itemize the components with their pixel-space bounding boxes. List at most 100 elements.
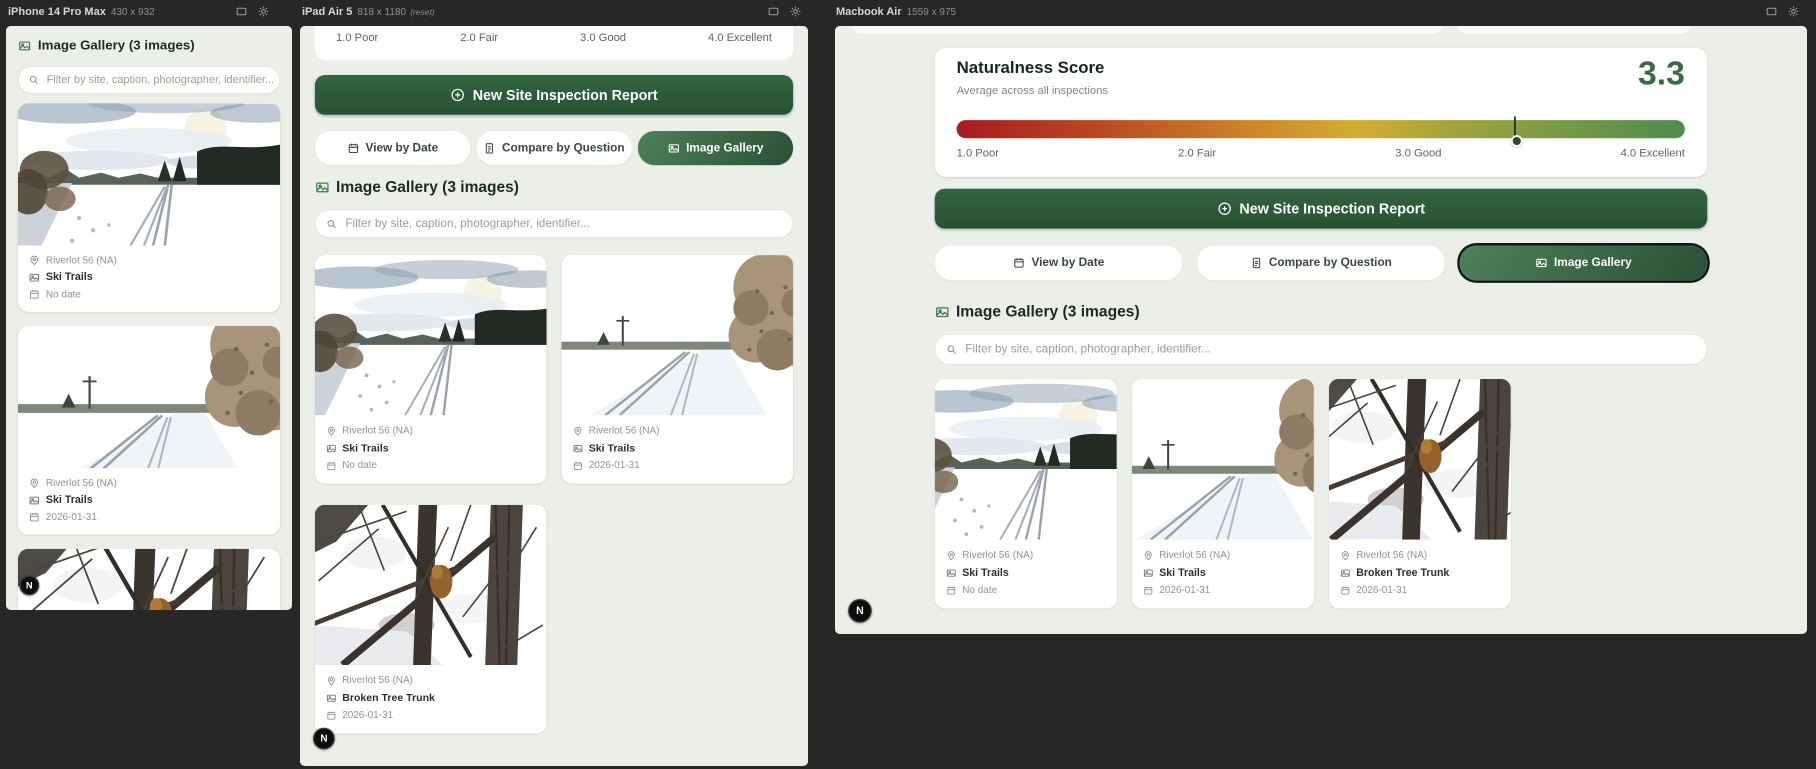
settings-gear-icon[interactable] [789,5,802,18]
gallery-card[interactable] [17,548,281,610]
card-meta: Riverlot 56 (NA) Ski Trails 2026-01-31 [561,415,793,483]
tab-compare-by-question[interactable]: Compare by Question [1197,245,1445,281]
tab-image-gallery[interactable]: Image Gallery [637,130,794,166]
partial-card-above [851,26,1443,34]
caption-label: Broken Tree Trunk [342,691,435,704]
gallery-filter [314,209,794,238]
device-dimensions: 1559 x 975 [906,6,957,18]
calendar-icon [326,460,337,471]
card-meta: Riverlot 56 (NA) Broken Tree Trunk 2026-… [1329,540,1511,609]
card-meta: Riverlot 56 (NA) Broken Tree Trunk 2026-… [315,665,547,733]
site-label: Riverlot 56 (NA) [962,549,1034,561]
scale-label: 4.0 Excellent [707,30,772,44]
site-label: Riverlot 56 (NA) [588,425,660,436]
search-icon [28,74,40,86]
naturalness-score-card: Naturalness Score Average across all ins… [934,47,1708,177]
caption-row: Ski Trails [573,442,782,454]
gallery-heading: Image Gallery (3 images) [18,38,195,53]
gallery-card[interactable]: Riverlot 56 (NA) Broken Tree Trunk 2026-… [1328,378,1511,609]
nextjs-dev-badge[interactable]: N [848,598,872,623]
date-row: No date [946,585,1106,596]
card-meta: Riverlot 56 (NA) Ski Trails 2026-01-31 [1132,540,1314,609]
tab-label: Image Gallery [1554,256,1632,270]
site-label: Riverlot 56 (NA) [1356,549,1428,561]
score-title: Naturalness Score [956,57,1105,77]
device-name: Macbook Air [836,6,902,18]
gallery-card[interactable]: Riverlot 56 (NA) Ski Trails 2026-01-31 [17,325,281,535]
plus-circle-icon [450,87,465,102]
image-icon [1143,568,1154,579]
calendar-icon [29,289,40,300]
site-row: Riverlot 56 (NA) [946,550,1106,561]
image-icon [667,142,679,154]
caption-row: Ski Trails [29,494,270,506]
site-row: Riverlot 56 (NA) [1143,550,1303,561]
device-reset-link[interactable]: (reset) [410,7,435,17]
map-pin-icon [326,426,337,437]
caption-row: Ski Trails [326,442,535,454]
map-pin-icon [29,478,40,489]
caption-label: Broken Tree Trunk [1356,566,1450,579]
scale-label: 2.0 Fair [460,30,499,44]
view-tabs: View by Date Compare by Question Image G… [934,245,1708,281]
device-frame-icon[interactable] [767,5,780,18]
score-marker [1511,116,1523,147]
gallery-filter-input[interactable] [315,210,793,238]
device-frame-macbook: Naturalness Score Average across all ins… [835,26,1807,634]
site-row: Riverlot 56 (NA) [29,478,270,489]
settings-gear-icon[interactable] [257,5,270,18]
search-icon [945,343,957,355]
gallery-filter-input[interactable] [935,334,1707,364]
gallery-card[interactable]: Riverlot 56 (NA) Broken Tree Trunk 2026-… [314,504,547,734]
date-label: No date [342,460,378,471]
tab-view-by-date[interactable]: View by Date [934,245,1183,281]
scale-label: 2.0 Fair [1178,146,1217,159]
map-pin-icon [1143,550,1154,561]
score-value: 3.3 [1638,54,1685,93]
image-icon [326,693,337,704]
scale-label: 1.0 Poor [336,30,379,44]
gallery-heading-label: Image Gallery (3 images) [955,302,1140,321]
site-row: Riverlot 56 (NA) [573,425,782,436]
nextjs-dev-badge[interactable]: N [313,727,335,750]
new-site-inspection-report-button[interactable]: New Site Inspection Report [934,188,1708,229]
gallery-filter-input[interactable] [18,66,280,94]
site-row: Riverlot 56 (NA) [326,675,535,686]
date-row: 2026-01-31 [573,460,782,471]
date-label: 2026-01-31 [1356,584,1408,596]
device-frame-icon[interactable] [235,5,248,18]
new-site-inspection-report-button[interactable]: New Site Inspection Report [314,75,794,115]
date-row: 2026-01-31 [1143,585,1303,596]
tab-image-gallery[interactable]: Image Gallery [1459,245,1708,281]
date-label: No date [45,288,81,301]
device-toolbar-macbook: Macbook Air 1559 x 975 [834,0,1806,24]
nextjs-dev-badge[interactable]: N [19,575,40,596]
calendar-icon [29,512,40,523]
page-macbook: Naturalness Score Average across all ins… [835,26,1807,634]
image-icon [946,568,957,579]
calendar-icon [1340,585,1351,596]
gallery-card[interactable]: Riverlot 56 (NA) Ski Trails No date [314,255,547,484]
device-dimensions: 818 x 1180 [357,6,407,18]
date-row: 2026-01-31 [1340,585,1500,596]
device-frame-icon[interactable] [1765,5,1778,18]
tab-view-by-date[interactable]: View by Date [314,130,471,166]
map-pin-icon [573,426,584,437]
settings-gear-icon[interactable] [1787,5,1800,18]
gallery-card[interactable]: Riverlot 56 (NA) Ski Trails No date [934,378,1117,609]
card-meta: Riverlot 56 (NA) Ski Trails No date [315,415,547,483]
gallery-filter [934,334,1708,365]
gallery-card[interactable]: Riverlot 56 (NA) Ski Trails 2026-01-31 [1131,378,1314,609]
gallery-heading: Image Gallery (3 images) [935,303,1140,321]
gallery-card[interactable]: Riverlot 56 (NA) Ski Trails 2026-01-31 [561,255,794,484]
date-row: 2026-01-31 [326,710,535,721]
caption-label: Ski Trails [588,442,636,454]
gallery-card[interactable]: Riverlot 56 (NA) Ski Trails No date [17,103,281,312]
gallery-heading-label: Image Gallery (3 images) [37,37,195,53]
tab-compare-by-question[interactable]: Compare by Question [476,130,632,166]
date-label: No date [962,584,998,596]
date-label: 2026-01-31 [1159,584,1211,596]
calendar-icon [1013,257,1025,269]
device-toolbar-ipad: iPad Air 5 818 x 1180 (reset) [300,0,808,24]
caption-row: Broken Tree Trunk [326,692,535,704]
